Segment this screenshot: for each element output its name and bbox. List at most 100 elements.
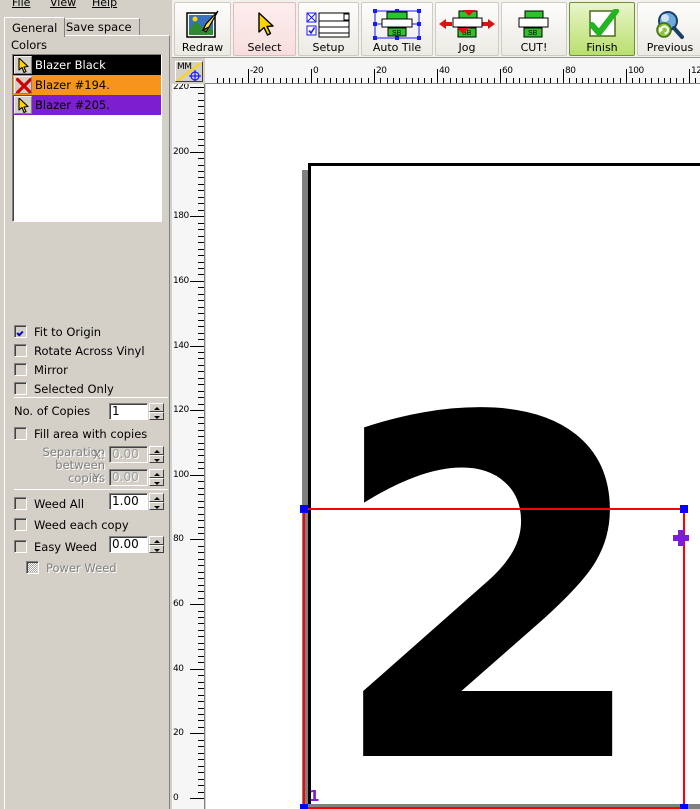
selection-handle-bottom-left[interactable]: [300, 804, 308, 809]
selection-rectangle[interactable]: 1: [300, 505, 689, 809]
checkbox-row-weed-all[interactable]: Weed All: [5, 494, 84, 513]
copies-stepper-down[interactable]: [149, 411, 164, 420]
toolbar-button-auto-tile[interactable]: SB Auto Tile: [361, 2, 433, 56]
checkbox-row-fill-area-with-copies[interactable]: Fill area with copies: [5, 424, 147, 443]
red-x-icon[interactable]: [14, 76, 32, 94]
toolbar-button-select-label: Select: [247, 41, 282, 54]
menu-item-help[interactable]: Help: [86, 0, 123, 10]
colors-section-label: Colors: [11, 38, 48, 52]
menu-item-file[interactable]: File: [6, 0, 36, 10]
ruler-tick: [317, 78, 319, 83]
ruler-tick: [216, 78, 218, 83]
separation-y-input[interactable]: 0.00: [109, 469, 148, 486]
weed-all-stepper-up[interactable]: [149, 493, 164, 502]
checkbox-row-selected-only[interactable]: Selected Only: [5, 379, 169, 398]
selection-handle-bottom-right[interactable]: [680, 804, 688, 809]
easy-weed-input[interactable]: 0.00: [109, 536, 148, 553]
vertical-ruler[interactable]: 220 200 180 160 140 120 100 80 60 40 20 0: [172, 84, 205, 809]
ruler-tick: [235, 78, 237, 83]
arrow-cursor-icon[interactable]: [14, 96, 32, 114]
checkbox-row-mirror[interactable]: Mirror: [5, 360, 169, 379]
list-item[interactable]: Blazer Black: [13, 55, 161, 75]
arrow-cursor-glyph: [18, 98, 29, 113]
ruler-tick: [198, 248, 204, 250]
ruler-tick: [575, 78, 577, 83]
tab-strip: General Save space: [4, 17, 172, 37]
ruler-tick: [198, 293, 204, 295]
ruler-unit-button[interactable]: MM: [175, 61, 203, 82]
checkbox-row-weed-each-copy[interactable]: Weed each copy: [5, 515, 129, 534]
arrow-cursor-icon[interactable]: [14, 56, 32, 74]
easy-weed-stepper-up[interactable]: [149, 536, 164, 545]
horizontal-ruler[interactable]: -20 0 20 40 60 80 100 12: [205, 58, 700, 84]
list-item[interactable]: Blazer #205.: [13, 95, 161, 115]
ruler-label: 160: [173, 275, 189, 286]
tab-general[interactable]: General: [4, 17, 66, 37]
separation-y-stepper-up[interactable]: [149, 469, 164, 478]
separation-y-stepper[interactable]: [149, 469, 164, 486]
ruler-tick: [198, 158, 204, 160]
list-item[interactable]: Blazer #194.: [13, 75, 161, 95]
selection-handle-top-left[interactable]: [300, 505, 308, 513]
menu-item-view[interactable]: View: [44, 0, 82, 10]
menu-item-help-label: Help: [92, 0, 118, 9]
toolbar-button-redraw-label: Redraw: [181, 41, 224, 54]
ruler-tick: [190, 604, 204, 606]
selection-handle-top-right[interactable]: [680, 505, 688, 513]
ruler-tick: [455, 78, 457, 83]
toolbar-button-previous[interactable]: Previous: [637, 2, 700, 56]
checkbox-row-easy-weed[interactable]: Easy Weed: [5, 537, 97, 556]
toolbar-button-jog[interactable]: SB Jog: [435, 2, 499, 56]
toolbar-button-setup-label: Setup: [312, 41, 345, 54]
design-canvas[interactable]: 2 1: [206, 84, 700, 809]
easy-weed-stepper-down[interactable]: [149, 544, 164, 553]
weed-all-input[interactable]: 1.00: [109, 493, 148, 510]
toolbar-button-cut[interactable]: SB CUT!: [501, 2, 567, 56]
toolbar-button-finish[interactable]: Finish: [569, 2, 635, 56]
checkbox-row-fit-to-origin[interactable]: Fit to Origin: [5, 322, 169, 341]
separation-y-stepper-down[interactable]: [149, 477, 164, 486]
ruler-tick: [198, 112, 204, 114]
checkbox-weed-each-copy[interactable]: [14, 518, 27, 531]
ruler-tick: [198, 623, 204, 625]
ruler-tick: [198, 571, 204, 573]
easy-weed-stepper[interactable]: [149, 536, 164, 553]
copies-stepper-up[interactable]: [149, 403, 164, 412]
checkbox-easy-weed[interactable]: [14, 540, 27, 553]
separation-x-input[interactable]: 0.00: [109, 446, 148, 463]
checkbox-weed-each-copy-label: Weed each copy: [34, 517, 129, 532]
weed-all-stepper[interactable]: [149, 493, 164, 510]
checkbox-mirror[interactable]: [14, 363, 27, 376]
copies-stepper[interactable]: [149, 403, 164, 420]
separation-x-stepper[interactable]: [149, 446, 164, 463]
ruler-tick: [198, 694, 204, 696]
toolbar-button-setup[interactable]: Setup: [298, 2, 359, 56]
ruler-tick: [695, 78, 697, 83]
ruler-tick: [619, 78, 621, 83]
ruler-tick: [198, 164, 204, 166]
separation-x-stepper-up[interactable]: [149, 446, 164, 455]
toolbar-button-select[interactable]: Select: [233, 2, 296, 56]
checkbox-selected-only[interactable]: [14, 382, 27, 395]
ruler-tick: [198, 171, 204, 173]
separation-x-stepper-down[interactable]: [149, 454, 164, 463]
copies-input[interactable]: 1: [109, 403, 148, 420]
ruler-tick: [266, 78, 268, 83]
checkbox-fill-area-with-copies[interactable]: [14, 427, 27, 440]
toolbar-button-redraw[interactable]: Redraw: [174, 2, 231, 56]
ruler-tick: [386, 78, 388, 83]
arrow-cursor-icon: [255, 8, 275, 42]
colors-list[interactable]: Blazer Black Blazer #194. Blazer #205.: [12, 54, 162, 222]
ruler-tick: [285, 78, 287, 83]
checkbox-fit-to-origin[interactable]: [14, 325, 27, 338]
ruler-tick: [374, 69, 375, 83]
separation-x-label: X:: [93, 448, 105, 462]
checkbox-rotate-across-vinyl[interactable]: [14, 344, 27, 357]
checkbox-weed-all[interactable]: [14, 497, 27, 510]
registration-cross-marker[interactable]: [673, 530, 689, 546]
checkbox-row-rotate-across-vinyl[interactable]: Rotate Across Vinyl: [5, 341, 169, 360]
ruler-tick: [198, 442, 204, 444]
tab-save-space[interactable]: Save space: [58, 18, 140, 36]
weed-all-stepper-down[interactable]: [149, 501, 164, 510]
checkbox-selected-only-label: Selected Only: [34, 381, 114, 396]
